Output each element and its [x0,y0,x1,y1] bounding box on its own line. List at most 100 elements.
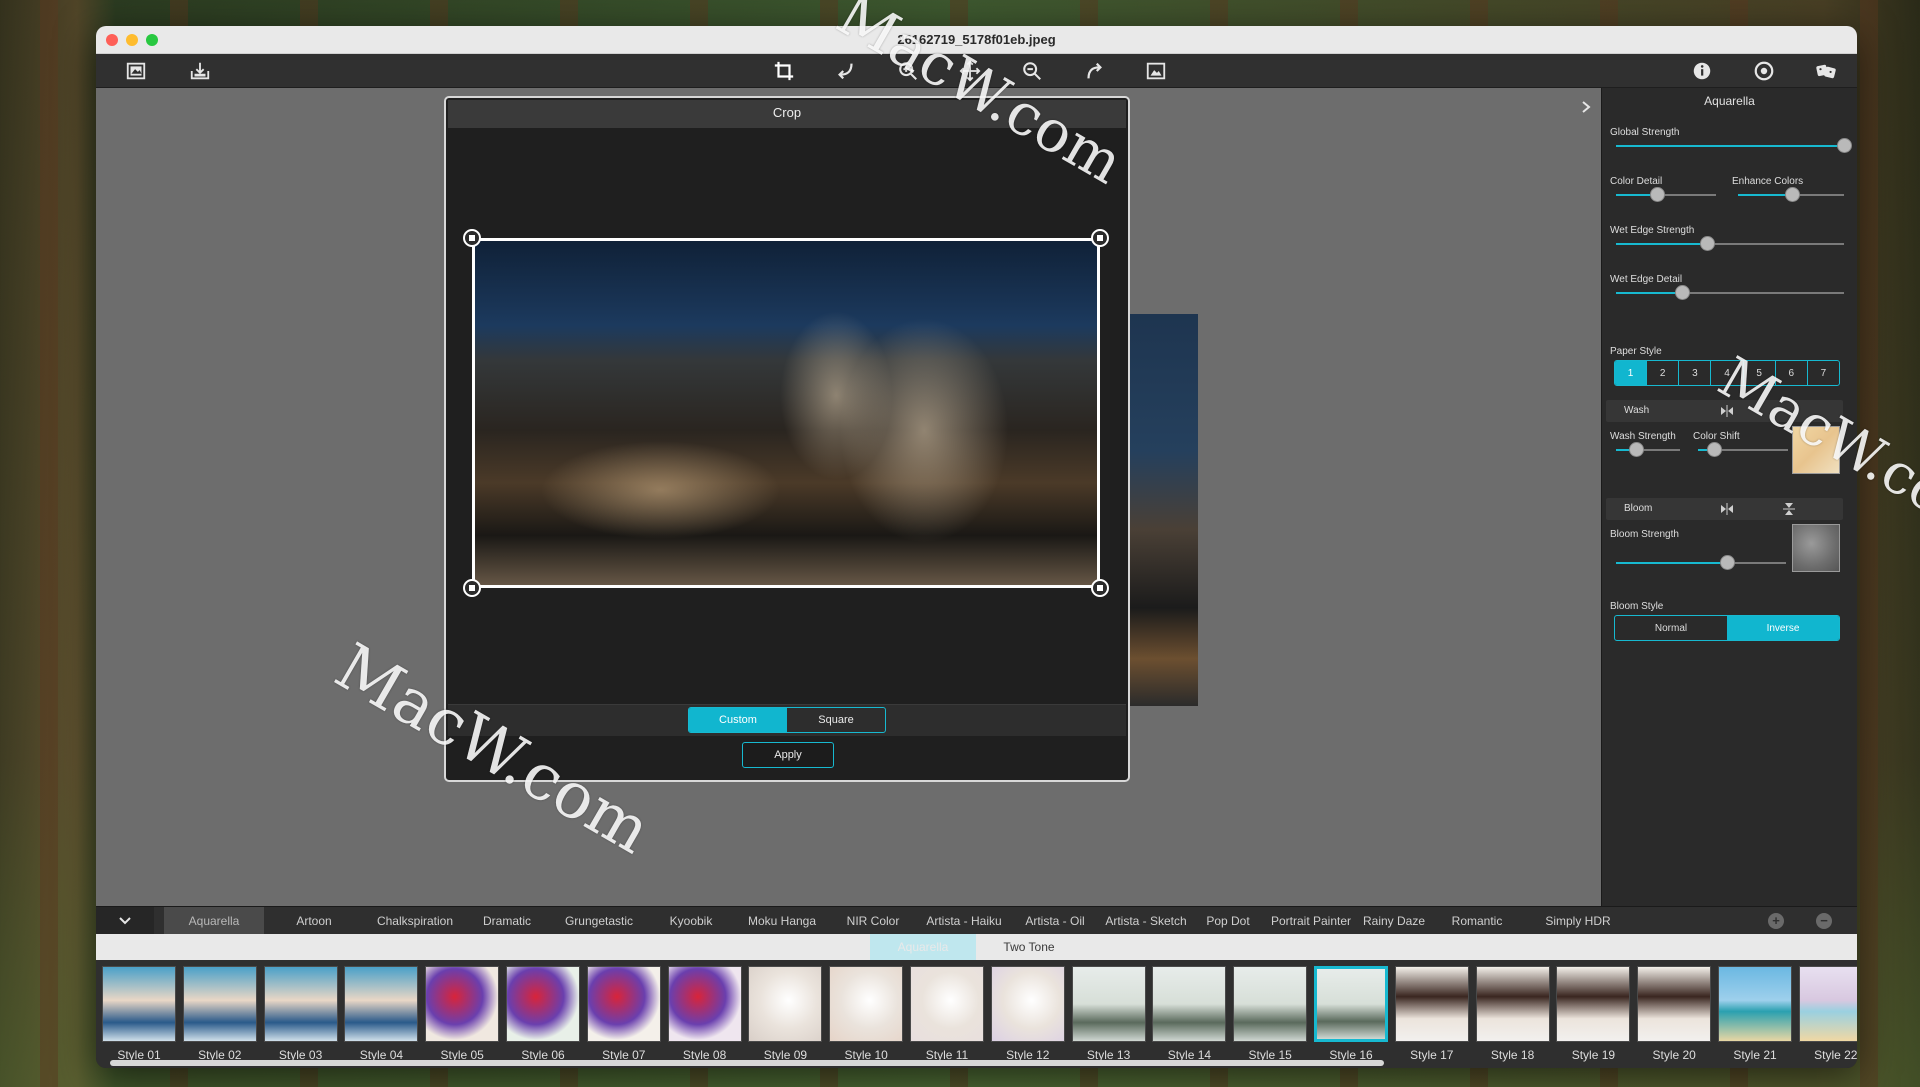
undo-button[interactable] [832,58,860,84]
category-tab-rainy-daze[interactable]: Rainy Daze [1362,907,1426,935]
category-tab-chalkspiration[interactable]: Chalkspiration [364,907,466,935]
color-shift-slider[interactable] [1698,442,1788,457]
crop-handle-bottom-right[interactable] [1091,579,1109,597]
style-thumbnail[interactable] [1152,966,1227,1042]
style-item[interactable]: Style 03 [262,966,340,1066]
compare-split-icon[interactable] [1720,502,1734,516]
style-thumbnail[interactable] [1798,966,1857,1042]
info-button[interactable] [1688,58,1716,84]
style-item[interactable]: Style 14 [1150,966,1228,1066]
chevron-right-icon[interactable] [1579,100,1593,114]
category-tab-artoon[interactable]: Artoon [264,907,364,935]
category-tab-aquarella[interactable]: Aquarella [164,907,264,935]
style-item[interactable]: Style 10 [827,966,905,1066]
slider-knob[interactable] [1837,138,1852,153]
open-image-button[interactable] [122,58,150,84]
paper-style-option-2[interactable]: 2 [1647,361,1680,385]
style-item[interactable]: Style 18 [1474,966,1552,1066]
style-item[interactable]: Style 19 [1554,966,1632,1066]
style-item[interactable]: Style 01 [100,966,178,1066]
category-tab-romantic[interactable]: Romantic [1426,907,1528,935]
category-tab-pop-dot[interactable]: Pop Dot [1196,907,1260,935]
style-item[interactable]: Style 07 [585,966,663,1066]
style-item[interactable]: Style 11 [908,966,986,1066]
global-strength-slider[interactable] [1616,138,1852,153]
collapse-strip-button[interactable] [96,907,154,935]
style-item[interactable]: Style 12 [989,966,1067,1066]
style-thumbnail[interactable] [1475,966,1550,1042]
slider-knob[interactable] [1719,555,1735,570]
subtab-aquarella[interactable]: Aquarella [870,934,976,960]
paper-style-option-7[interactable]: 7 [1808,361,1839,385]
style-thumbnail[interactable] [910,966,984,1042]
flip-vertical-icon[interactable] [1782,502,1796,516]
slider-knob[interactable] [1650,187,1665,202]
export-button[interactable] [186,58,214,84]
category-tab-artista-oil[interactable]: Artista - Oil [1014,907,1096,935]
category-tab-grungetastic[interactable]: Grungetastic [548,907,650,935]
bloom-section-bar[interactable]: Bloom [1606,498,1843,520]
style-item[interactable]: Style 13 [1070,966,1148,1066]
preferences-button[interactable] [1750,58,1778,84]
style-thumbnail[interactable] [1718,966,1792,1042]
style-thumbnail[interactable] [1314,966,1388,1042]
style-item[interactable]: Style 04 [342,966,420,1066]
wet-edge-detail-slider[interactable] [1616,285,1844,300]
crop-handle-top-right[interactable] [1091,229,1109,247]
crop-mode-custom[interactable]: Custom [689,708,787,732]
style-thumbnail[interactable] [263,966,338,1042]
redo-button[interactable] [1080,58,1108,84]
crop-mode-square[interactable]: Square [787,708,885,732]
category-tab-portrait-painter[interactable]: Portrait Painter [1260,907,1362,935]
category-tab-simply-hdr[interactable]: Simply HDR [1528,907,1628,935]
style-thumbnail[interactable] [344,966,419,1042]
bloom-style-inverse[interactable]: Inverse [1727,616,1839,640]
bloom-strength-slider[interactable] [1616,555,1786,570]
category-tab-dramatic[interactable]: Dramatic [466,907,548,935]
crop-handle-bottom-left[interactable] [463,579,481,597]
style-item[interactable]: Style 20 [1635,966,1713,1066]
style-item[interactable]: Style 16 [1312,966,1390,1066]
style-thumbnail[interactable] [182,966,257,1042]
slider-knob[interactable] [1700,236,1716,251]
style-item[interactable]: Style 06 [504,966,582,1066]
random-style-button[interactable] [1812,58,1840,84]
style-item[interactable]: Style 15 [1231,966,1309,1066]
add-category-button[interactable]: + [1768,913,1784,929]
slider-knob[interactable] [1629,442,1645,457]
category-tab-nir-color[interactable]: NIR Color [832,907,914,935]
style-thumbnail[interactable] [1637,966,1712,1042]
strip-scrollbar[interactable] [110,1060,1384,1066]
style-thumbnail[interactable] [667,966,742,1042]
style-thumbnail[interactable] [990,966,1065,1042]
slider-knob[interactable] [1707,442,1723,457]
compare-button[interactable] [1142,58,1170,84]
crop-frame[interactable] [472,238,1100,588]
paper-style-option-1[interactable]: 1 [1615,361,1648,385]
bloom-texture-preview[interactable] [1792,524,1840,572]
wash-strength-slider[interactable] [1616,442,1680,457]
wet-edge-strength-slider[interactable] [1616,236,1844,251]
style-thumbnail[interactable] [102,966,176,1042]
style-thumbnail[interactable] [506,966,580,1042]
style-item[interactable]: Style 17 [1393,966,1471,1066]
category-tab-moku-hanga[interactable]: Moku Hanga [732,907,832,935]
bloom-style-normal[interactable]: Normal [1615,616,1727,640]
category-tab-artista-sketch[interactable]: Artista - Sketch [1096,907,1196,935]
category-tab-kyoobik[interactable]: Kyoobik [650,907,732,935]
enhance-colors-slider[interactable] [1738,187,1844,202]
style-item[interactable]: Style 22 [1797,966,1857,1066]
style-thumbnail[interactable] [829,966,904,1042]
color-detail-slider[interactable] [1616,187,1716,202]
crop-tool-button[interactable] [770,58,798,84]
style-thumbnail[interactable] [1394,966,1469,1042]
paper-style-option-3[interactable]: 3 [1679,361,1712,385]
category-tab-artista-haiku[interactable]: Artista - Haiku [914,907,1014,935]
remove-category-button[interactable]: − [1816,913,1832,929]
style-thumbnail[interactable] [748,966,823,1042]
style-item[interactable]: Style 09 [746,966,824,1066]
slider-knob[interactable] [1675,285,1691,300]
subtab-two-tone[interactable]: Two Tone [976,934,1082,960]
style-thumbnail[interactable] [586,966,661,1042]
style-item[interactable]: Style 05 [423,966,501,1066]
